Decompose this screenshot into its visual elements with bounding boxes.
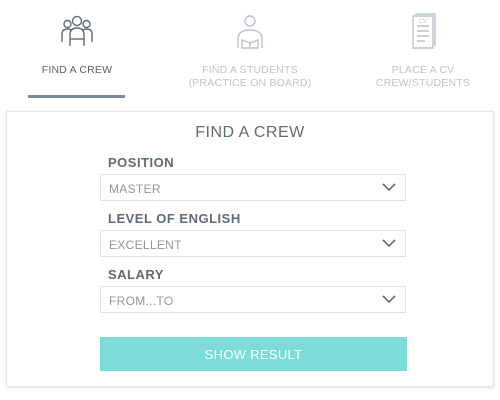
salary-label: SALARY xyxy=(108,267,164,282)
cv-document-icon: CV xyxy=(412,13,436,49)
crew-group-icon xyxy=(61,15,93,46)
tab-find-a-crew[interactable]: FIND A CREW xyxy=(20,0,134,100)
salary-select[interactable]: FROM...TO xyxy=(100,286,406,313)
tab-place-a-cv-label: PLACE A CV CREW/STUDENTS xyxy=(375,64,471,89)
search-form-card: FIND A CREW POSITION MASTER LEVEL OF ENG… xyxy=(6,111,494,387)
chevron-down-icon xyxy=(382,239,396,248)
position-label: POSITION xyxy=(108,155,175,170)
chevron-down-icon xyxy=(382,183,396,192)
tab-place-a-cv[interactable]: CV PLACE A CV CREW/STUDENTS xyxy=(360,0,486,100)
english-level-value: EXCELLENT xyxy=(109,238,182,252)
english-level-label: LEVEL OF ENGLISH xyxy=(108,211,241,226)
tab-bar: FIND A CREW FIND A STUDENTS (PRACTICE ON… xyxy=(0,0,500,100)
english-level-select[interactable]: EXCELLENT xyxy=(100,230,406,257)
position-select[interactable]: MASTER xyxy=(100,174,406,201)
student-icon xyxy=(237,15,263,49)
cv-icon-glyph: CV xyxy=(419,19,427,25)
form-title: FIND A CREW xyxy=(195,124,305,141)
tab-find-a-students-label: FIND A STUDENTS (PRACTICE ON BOARD) xyxy=(188,64,312,89)
tab-find-a-students[interactable]: FIND A STUDENTS (PRACTICE ON BOARD) xyxy=(178,0,322,100)
chevron-down-icon xyxy=(382,295,396,304)
position-value: MASTER xyxy=(109,182,161,196)
salary-value: FROM...TO xyxy=(109,294,174,308)
active-tab-underline xyxy=(28,95,125,98)
tab-find-a-crew-label: FIND A CREW xyxy=(41,64,113,76)
show-result-button[interactable]: SHOW RESULT xyxy=(100,337,407,371)
